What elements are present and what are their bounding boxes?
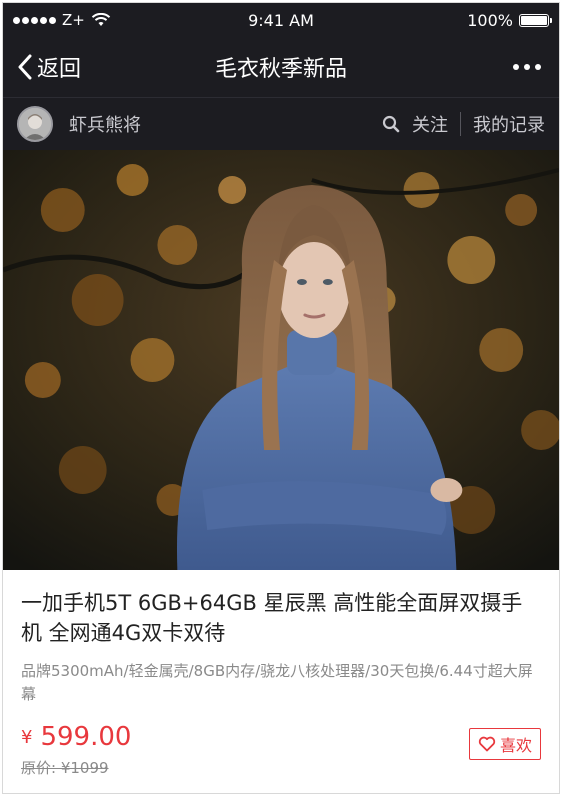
like-label: 喜欢: [499, 736, 532, 755]
divider: [460, 112, 461, 136]
product-info: 一加手机5T 6GB+64GB 星辰黑 高性能全面屏双摄手机 全网通4G双卡双待…: [3, 570, 559, 782]
product-description: 品牌5300mAh/轻金属壳/8GB内存/骁龙八核处理器/30天包换/6.44寸…: [21, 662, 533, 703]
product-price-row: ¥599.00 原价: ¥1099 喜欢: [21, 722, 541, 782]
follow-button[interactable]: 关注: [382, 111, 448, 137]
back-button[interactable]: 返回: [17, 51, 81, 83]
heart-icon: [478, 736, 496, 752]
search-icon: [382, 115, 400, 133]
price: ¥599.00: [21, 722, 541, 753]
nav-bar: 返回 毛衣秋季新品: [3, 37, 559, 98]
records-link[interactable]: 我的记录: [473, 111, 545, 137]
user-actions: 关注 我的记录: [382, 111, 545, 137]
status-right: 100%: [467, 10, 552, 30]
carrier-label: Z+: [62, 11, 85, 29]
battery-percent: 100%: [467, 10, 513, 30]
product-photo: [3, 150, 559, 570]
chevron-left-icon: [18, 54, 32, 80]
user-bar: 虾兵熊将 关注 我的记录: [3, 98, 559, 150]
battery-icon: [519, 13, 552, 27]
battery-fill: [521, 15, 547, 25]
like-button[interactable]: 喜欢: [468, 728, 541, 760]
original-price: 原价: ¥1099: [21, 759, 109, 777]
price-value: 599.00: [40, 722, 132, 752]
wifi-icon: [91, 13, 111, 26]
currency-symbol: ¥: [21, 727, 33, 748]
follow-label: 关注: [412, 115, 448, 136]
signal-dots-icon: [13, 16, 56, 24]
status-bar: Z+ 9:41 AM 100%: [3, 3, 559, 37]
page-title: 毛衣秋季新品: [214, 57, 347, 82]
header: Z+ 9:41 AM 100% 返回 毛衣秋季新品 虾兵熊将 关注 我的记录: [3, 3, 559, 150]
status-left: Z+: [13, 11, 111, 29]
phone-frame: Z+ 9:41 AM 100% 返回 毛衣秋季新品 虾兵熊将 关注 我的记录 一…: [2, 2, 560, 794]
avatar-image: [19, 108, 51, 140]
product-title[interactable]: 一加手机5T 6GB+64GB 星辰黑 高性能全面屏双摄手机 全网通4G双卡双待: [21, 588, 541, 648]
avatar[interactable]: [17, 106, 53, 142]
back-label: 返回: [37, 57, 82, 82]
more-icon[interactable]: [509, 58, 545, 76]
user-name: 虾兵熊将: [69, 115, 141, 136]
